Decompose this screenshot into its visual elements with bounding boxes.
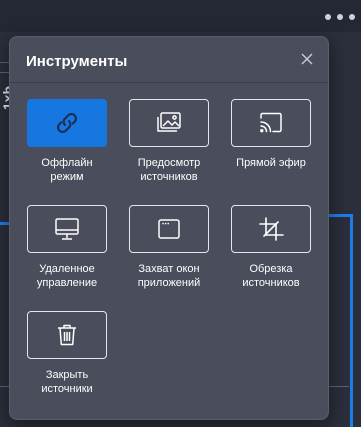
panel-header: Инструменты [10,37,328,83]
tool-live-button[interactable]: Прямой эфир [226,99,316,170]
tool-label-line: Предосмотр [137,157,201,169]
tool-live-label: Прямой эфир [226,156,316,170]
tool-label-line: Захват окон [138,263,200,275]
more-options-icon[interactable] [325,7,355,27]
crop-icon [256,214,286,244]
tool-close-sources-button[interactable]: Закрыть источники [22,311,112,396]
tool-label-line: Закрыть [45,369,89,381]
tool-label-line: Прямой эфир [236,157,306,169]
tool-crop-label: Обрезка источников [226,262,316,290]
tool-close-sources-tile[interactable] [27,311,107,359]
tool-capture-tile[interactable] [129,205,209,253]
tool-label-line: источники [41,383,93,395]
app-topbar [0,0,361,32]
trash-icon [52,320,82,350]
tool-offline-label: Оффлайн режим [22,156,112,184]
tool-label-line: источников [140,171,198,183]
tool-label-line: Обрезка [249,263,293,275]
tools-panel: Инструменты Оффлайн режим Предосмотр источн… [9,36,329,420]
window-icon [154,214,184,244]
background-divider [329,386,349,387]
tool-label-line: Удаленное [39,263,95,275]
tool-offline-tile[interactable] [27,99,107,147]
tool-remote-button[interactable]: Удаленное управление [22,205,112,290]
panel-title: Инструменты [26,53,128,70]
tool-preview-button[interactable]: Предосмотр источников [124,99,214,184]
tool-label-line: источников [242,277,300,289]
tool-preview-tile[interactable] [129,99,209,147]
tool-label-line: режим [50,171,84,183]
tool-remote-label: Удаленное управление [22,262,112,290]
tool-label-line: приложений [137,277,201,289]
tool-remote-tile[interactable] [27,205,107,253]
link-icon [52,108,82,138]
tool-offline-button[interactable]: Оффлайн режим [22,99,112,184]
tool-close-sources-label: Закрыть источники [22,368,112,396]
tool-crop-button[interactable]: Обрезка источников [226,205,316,290]
tool-capture-button[interactable]: Захват окон приложений [124,205,214,290]
tool-capture-label: Захват окон приложений [124,262,214,290]
tool-label-line: Оффлайн [41,157,93,169]
tool-preview-label: Предосмотр источников [124,156,214,184]
tool-crop-tile[interactable] [231,205,311,253]
close-icon[interactable] [300,52,314,66]
background-selection-frame [350,214,353,427]
tool-live-tile[interactable] [231,99,311,147]
tool-label-line: управление [36,277,98,289]
monitor-icon [52,214,82,244]
image-stack-icon [154,108,184,138]
cast-icon [256,108,286,138]
